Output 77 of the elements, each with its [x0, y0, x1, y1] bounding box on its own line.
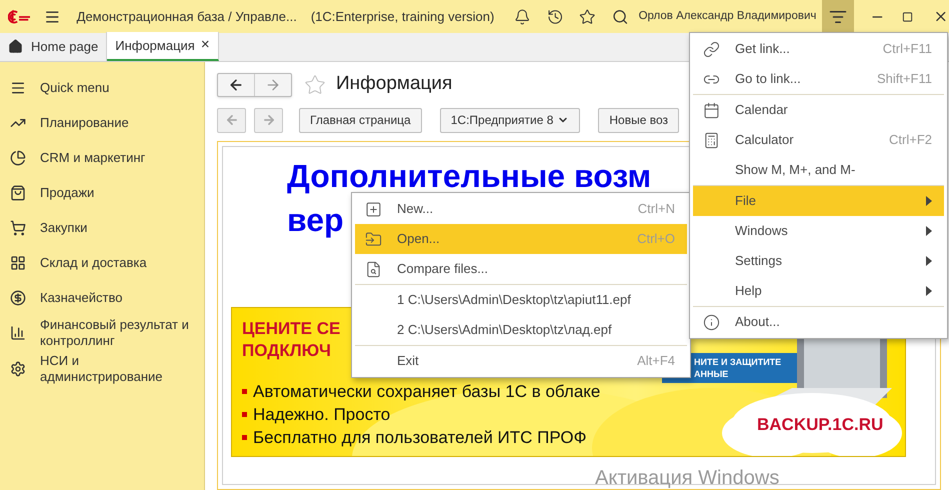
banner-arrow-text: НИТЕ И ЗАЩИТИТЕ: [694, 356, 782, 368]
menu-item[interactable]: Settings: [693, 246, 944, 276]
user-name[interactable]: Орлов Александр Владимирович: [638, 8, 816, 26]
submenu-arrow-icon: [926, 286, 932, 296]
banner-bullet: Бесплатно для пользователей ИТС ПРОФ: [253, 426, 586, 449]
info-icon: [703, 314, 720, 330]
banner-bullet: Автоматически сохраняет базы 1С в облаке: [253, 380, 600, 403]
sidebar-item[interactable]: Склад и доставка: [0, 245, 204, 280]
bullet-icon: [242, 435, 247, 440]
close-tab-button[interactable]: ×: [200, 34, 210, 57]
sidebar-item[interactable]: Планирование: [0, 105, 204, 140]
tab[interactable]: Информация ×: [107, 32, 219, 61]
new-file-icon: [365, 200, 382, 218]
bar-chart-icon: [10, 325, 26, 341]
history-icon[interactable]: [546, 8, 564, 26]
maximize-icon[interactable]: [902, 10, 914, 22]
link-button[interactable]: Главная страница: [299, 108, 422, 132]
activation-notice: Активация Windows: [595, 466, 780, 490]
home-icon: [8, 39, 23, 54]
settings-icon: [10, 361, 26, 377]
menu-item[interactable]: Calculator Ctrl+F2: [693, 125, 944, 155]
menu-item[interactable]: Show M, M+, and M-: [693, 155, 944, 185]
menu-item[interactable]: Help: [693, 276, 944, 306]
heading: вер: [287, 203, 344, 237]
bullet-icon: [242, 412, 247, 417]
back-arrow-icon: [224, 113, 238, 127]
page-title: Информация: [336, 72, 452, 96]
submenu-arrow-icon: [926, 226, 932, 236]
menu-item[interactable]: 1 C:\Users\Admin\Desktop\tz\apiut11.epf: [355, 285, 687, 315]
banner-arrow-text: АННЫЕ: [694, 368, 728, 380]
menu-item[interactable]: Get link... Ctrl+F11: [693, 34, 944, 64]
sidebar-item[interactable]: CRM и маркетинг: [0, 140, 204, 175]
menu-item[interactable]: Go to link... Shift+F11: [693, 64, 944, 94]
sidebar-item[interactable]: НСИ и администрирование: [0, 351, 204, 387]
cart-icon: [10, 220, 26, 236]
pie-chart-icon: [10, 150, 26, 166]
banner-site: BACKUP.1C.RU: [757, 414, 884, 436]
menu-item[interactable]: File: [693, 186, 944, 216]
menu-item[interactable]: About...: [693, 307, 944, 337]
notification-icon[interactable]: [514, 8, 531, 26]
menu-item[interactable]: Windows: [693, 216, 944, 246]
calculator-icon: [703, 132, 720, 148]
menu-item[interactable]: Calendar: [693, 95, 944, 125]
link-button[interactable]: 1С:Предприятие 8: [440, 108, 580, 132]
heading: Дополнительные возм: [287, 159, 652, 193]
menu-item[interactable]: Open... Ctrl+O: [355, 224, 687, 254]
menu-item[interactable]: Compare files...: [355, 254, 687, 284]
sidebar-item[interactable]: Quick menu: [0, 70, 204, 105]
menu-item[interactable]: New... Ctrl+N: [355, 194, 687, 224]
sidebar-item[interactable]: Казначейство: [0, 280, 204, 315]
link-icon: [703, 40, 720, 58]
calendar-icon: [703, 102, 720, 118]
sidebar-item[interactable]: Финансовый результат и контроллинг: [0, 315, 204, 351]
banner-headline: ЦЕНИТЕ СЕ: [242, 318, 340, 340]
menu-item[interactable]: Exit Alt+F4: [355, 346, 687, 376]
banner-bullet: Надежно. Просто: [253, 404, 390, 426]
edition-label: (1С:Enterprise, training version): [310, 8, 494, 26]
banner-headline: ПОДКЛЮЧ: [242, 340, 331, 362]
coin-icon: [10, 290, 26, 306]
sidebar-item[interactable]: Продажи: [0, 175, 204, 210]
sidebar-item[interactable]: Закупки: [0, 210, 204, 245]
search-icon[interactable]: [612, 8, 629, 26]
menu-icon: [10, 80, 26, 96]
grid-icon: [10, 254, 26, 270]
file-search-icon: [365, 260, 382, 278]
menu-item[interactable]: 2 C:\Users\Admin\Desktop\tz\лад.epf: [355, 315, 687, 345]
submenu-arrow-icon: [926, 196, 932, 206]
star-icon[interactable]: [579, 8, 596, 26]
window-title: Демонстрационная база / Управле...: [76, 8, 297, 26]
main-menu-button[interactable]: [822, 0, 854, 33]
submenu-arrow-icon: [926, 256, 932, 266]
link-button[interactable]: Новые воз: [598, 108, 680, 132]
bag-icon: [10, 184, 26, 200]
bullet-icon: [242, 389, 247, 394]
forward-arrow-icon: [265, 76, 281, 92]
logo-icon: [8, 8, 30, 24]
folder-icon: [365, 230, 382, 248]
